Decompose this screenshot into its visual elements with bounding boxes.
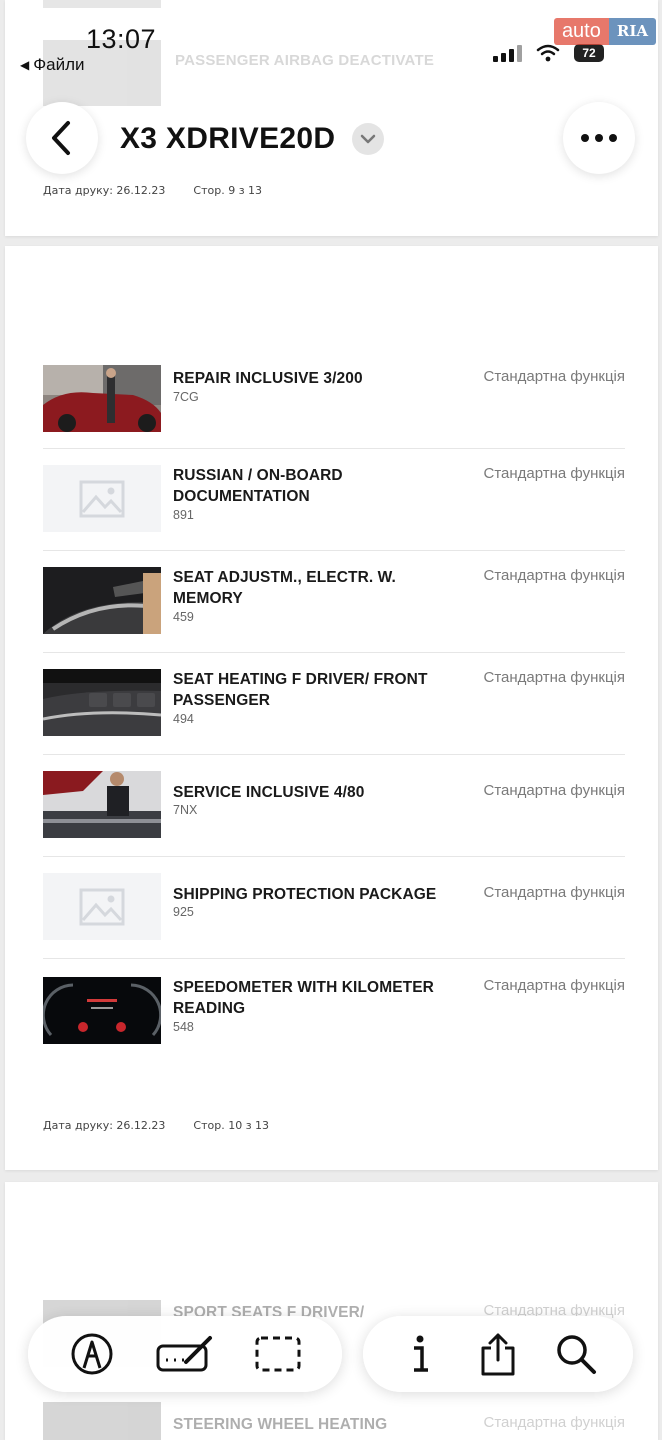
chevron-left-icon	[52, 121, 70, 155]
option-row[interactable]: SEAT HEATING F DRIVER/ FRONT PASSENGER 4…	[43, 653, 625, 755]
select-area-icon[interactable]	[248, 1324, 308, 1384]
option-image	[43, 567, 161, 634]
option-row[interactable]: SERVICE INCLUSIVE 4/80 7NX Стандартна фу…	[43, 755, 625, 857]
battery-icon: 72	[574, 44, 604, 62]
share-icon[interactable]	[468, 1324, 528, 1384]
page-number: Стор. 10 з 13	[193, 1119, 270, 1132]
option-code: 891	[173, 508, 194, 522]
faded-thumbnail	[43, 0, 161, 8]
option-code: 548	[173, 1020, 194, 1034]
option-name: SHIPPING PROTECTION PACKAGE	[173, 886, 437, 903]
option-name: SPEEDOMETER WITH KILOMETER READING	[173, 979, 434, 1017]
chevron-down-icon	[360, 134, 376, 144]
title-menu-button[interactable]	[352, 123, 384, 155]
option-code: 925	[173, 905, 194, 919]
more-options-button[interactable]	[563, 102, 635, 174]
option-image	[43, 669, 161, 736]
search-icon[interactable]	[546, 1324, 606, 1384]
option-image	[43, 977, 161, 1044]
option-name: SERVICE INCLUSIVE 4/80	[173, 784, 365, 801]
status-indicators: 72	[493, 44, 604, 62]
option-name: SEAT HEATING F DRIVER/ FRONT PASSENGER	[173, 671, 428, 709]
option-row[interactable]: SPEEDOMETER WITH KILOMETER READING 548 С…	[43, 959, 625, 1059]
image-placeholder-icon	[43, 465, 161, 532]
options-list: REPAIR INCLUSIVE 3/200 7CG Стандартна фу…	[43, 358, 625, 1059]
back-button[interactable]	[26, 102, 98, 174]
status-time: 13:07	[86, 24, 157, 54]
document-toolbar	[363, 1316, 633, 1392]
option-row[interactable]: SEAT ADJUSTM., ELECTR. W. MEMORY 459 Ста…	[43, 551, 625, 653]
faded-option-name: PASSENGER AIRBAG DEACTIVATE	[175, 52, 435, 69]
option-status: Стандартна функція	[483, 884, 626, 901]
option-status: Стандартна функція	[483, 669, 626, 686]
document-title[interactable]: X3 XDRIVE20D	[120, 122, 335, 156]
option-row[interactable]: RUSSIAN / ON-BOARD DOCUMENTATION 891 Ста…	[43, 449, 625, 551]
option-status: Стандартна функція	[483, 567, 626, 584]
option-name: REPAIR INCLUSIVE 3/200	[173, 370, 363, 387]
option-code: 459	[173, 610, 194, 624]
print-date: Дата друку: 26.12.23	[43, 184, 166, 197]
option-row[interactable]: REPAIR INCLUSIVE 3/200 7CG Стандартна фу…	[43, 358, 625, 449]
signature-icon[interactable]	[155, 1324, 215, 1384]
option-status: Стандартна функція	[483, 977, 626, 994]
back-app-label: Файли	[33, 55, 85, 74]
markup-toolbar	[28, 1316, 342, 1392]
page-number: Стор. 9 з 13	[193, 184, 263, 197]
option-image	[43, 1402, 161, 1440]
option-status: Стандартна функція	[483, 782, 626, 799]
markup-pen-icon[interactable]	[62, 1324, 122, 1384]
info-icon[interactable]	[390, 1324, 450, 1384]
option-name: SEAT ADJUSTM., ELECTR. W. MEMORY	[173, 569, 396, 607]
option-code: 494	[173, 712, 194, 726]
option-row[interactable]: SHIPPING PROTECTION PACKAGE 925 Стандарт…	[43, 857, 625, 959]
option-code: 7NX	[173, 803, 198, 817]
pdf-page-10: REPAIR INCLUSIVE 3/200 7CG Стандартна фу…	[5, 246, 658, 1170]
option-name: STEERING WHEEL HEATING	[173, 1416, 388, 1433]
back-triangle-icon: ◀	[20, 58, 30, 72]
option-status: Стандартна функція	[483, 465, 626, 482]
print-date: Дата друку: 26.12.23	[43, 1119, 166, 1132]
watermark-logo: auto RIA	[553, 18, 656, 45]
option-code: 7CG	[173, 390, 199, 404]
cellular-signal-icon	[493, 44, 522, 62]
back-to-app-link[interactable]: ◀ Файли	[20, 55, 85, 75]
option-image	[43, 365, 161, 432]
ellipsis-icon	[581, 134, 617, 142]
page-footer: Дата друку: 26.12.23 Стор. 9 з 13	[43, 184, 262, 197]
option-status: Стандартна функція	[483, 368, 626, 385]
pdf-page-11: SPORT SEATS F DRIVER/ Стандартна функція…	[5, 1182, 658, 1440]
option-name: RUSSIAN / ON-BOARD DOCUMENTATION	[173, 467, 343, 505]
wifi-icon	[536, 44, 560, 62]
image-placeholder-icon	[43, 873, 161, 940]
option-image	[43, 771, 161, 838]
option-status: Стандартна функція	[483, 1414, 626, 1431]
page-footer: Дата друку: 26.12.23 Стор. 10 з 13	[43, 1119, 269, 1132]
